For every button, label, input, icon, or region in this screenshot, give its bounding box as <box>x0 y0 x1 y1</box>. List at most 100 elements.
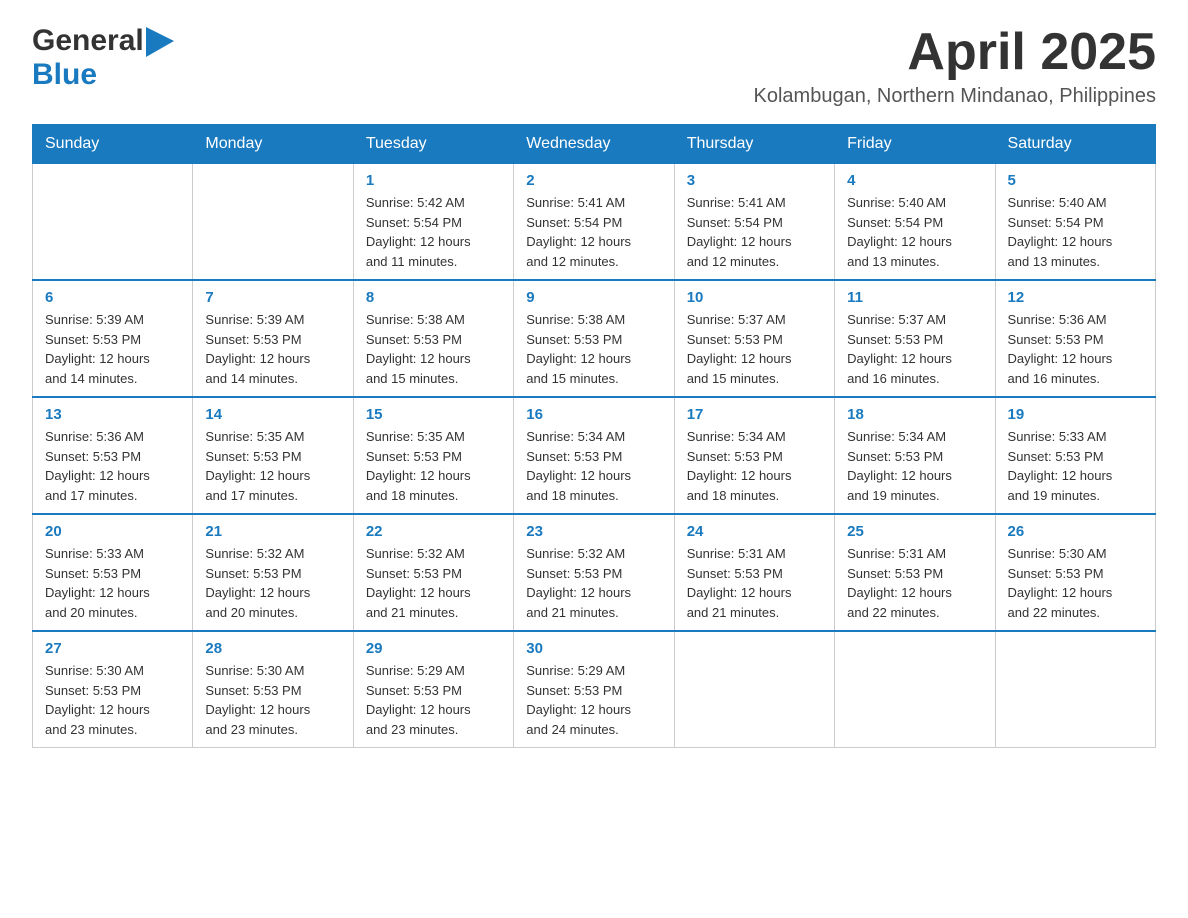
day-number: 3 <box>687 172 822 189</box>
calendar-cell: 30 Sunrise: 5:29 AMSunset: 5:53 PMDayligh… <box>514 631 674 748</box>
logo: General Blue <box>32 24 174 92</box>
day-header-tuesday: Tuesday <box>353 125 513 164</box>
day-info: Sunrise: 5:35 AMSunset: 5:53 PMDaylight:… <box>366 427 501 505</box>
logo-general-text: General <box>32 24 144 58</box>
day-number: 25 <box>847 523 982 540</box>
calendar-cell: 27Sunrise: 5:30 AMSunset: 5:53 PMDayligh… <box>33 631 193 748</box>
day-info: Sunrise: 5:30 AMSunset: 5:53 PMDaylight:… <box>1008 544 1143 622</box>
calendar-cell: 25 Sunrise: 5:31 AMSunset: 5:53 PMDayligh… <box>835 514 995 631</box>
day-info: Sunrise: 5:37 AMSunset: 5:53 PMDaylight:… <box>847 310 982 388</box>
calendar-cell: 10Sunrise: 5:37 AMSunset: 5:53 PMDayligh… <box>674 280 834 397</box>
day-info: Sunrise: 5:37 AMSunset: 5:53 PMDaylight:… <box>687 310 822 388</box>
day-info: Sunrise: 5:38 AMSunset: 5:53 PMDaylight:… <box>366 310 501 388</box>
day-number: 18 <box>847 406 982 423</box>
calendar-cell: 3 Sunrise: 5:41 AMSunset: 5:54 PMDaylight… <box>674 164 834 281</box>
day-number: 7 <box>205 289 340 306</box>
day-number: 20 <box>45 523 180 540</box>
day-number: 28 <box>205 640 340 657</box>
page: General Blue April 2025 Kolambugan, Nort… <box>0 0 1188 772</box>
calendar-cell: 24 Sunrise: 5:31 AMSunset: 5:53 PMDayligh… <box>674 514 834 631</box>
day-info: Sunrise: 5:31 AMSunset: 5:53 PMDaylight:… <box>847 544 982 622</box>
day-info: Sunrise: 5:29 AMSunset: 5:53 PMDaylight:… <box>366 661 501 739</box>
day-number: 4 <box>847 172 982 189</box>
calendar-week-row: 1 Sunrise: 5:42 AMSunset: 5:54 PMDaylight… <box>33 164 1156 281</box>
day-info: Sunrise: 5:30 AMSunset: 5:53 PMDaylight:… <box>205 661 340 739</box>
day-header-saturday: Saturday <box>995 125 1155 164</box>
day-header-monday: Monday <box>193 125 353 164</box>
day-info: Sunrise: 5:29 AMSunset: 5:53 PMDaylight:… <box>526 661 661 739</box>
day-number: 26 <box>1008 523 1143 540</box>
calendar-cell: 6 Sunrise: 5:39 AMSunset: 5:53 PMDaylight… <box>33 280 193 397</box>
month-title: April 2025 <box>754 24 1156 81</box>
day-number: 9 <box>526 289 661 306</box>
calendar-cell: 12 Sunrise: 5:36 AMSunset: 5:53 PMDayligh… <box>995 280 1155 397</box>
day-number: 22 <box>366 523 501 540</box>
header: General Blue April 2025 Kolambugan, Nort… <box>32 24 1156 108</box>
calendar-cell: 19Sunrise: 5:33 AMSunset: 5:53 PMDayligh… <box>995 397 1155 514</box>
day-number: 2 <box>526 172 661 189</box>
day-info: Sunrise: 5:34 AMSunset: 5:53 PMDaylight:… <box>526 427 661 505</box>
day-number: 21 <box>205 523 340 540</box>
day-info: Sunrise: 5:35 AMSunset: 5:53 PMDaylight:… <box>205 427 340 505</box>
day-number: 30 <box>526 640 661 657</box>
day-number: 12 <box>1008 289 1143 306</box>
calendar-cell: 5Sunrise: 5:40 AMSunset: 5:54 PMDaylight… <box>995 164 1155 281</box>
day-number: 17 <box>687 406 822 423</box>
calendar-cell: 2Sunrise: 5:41 AMSunset: 5:54 PMDaylight… <box>514 164 674 281</box>
day-number: 5 <box>1008 172 1143 189</box>
day-info: Sunrise: 5:38 AMSunset: 5:53 PMDaylight:… <box>526 310 661 388</box>
logo-blue-text: Blue <box>32 58 97 91</box>
day-info: Sunrise: 5:33 AMSunset: 5:53 PMDaylight:… <box>1008 427 1143 505</box>
calendar-table: SundayMondayTuesdayWednesdayThursdayFrid… <box>32 124 1156 748</box>
calendar-cell: 23 Sunrise: 5:32 AMSunset: 5:53 PMDayligh… <box>514 514 674 631</box>
day-info: Sunrise: 5:33 AMSunset: 5:53 PMDaylight:… <box>45 544 180 622</box>
calendar-cell <box>193 164 353 281</box>
calendar-cell: 16Sunrise: 5:34 AMSunset: 5:53 PMDayligh… <box>514 397 674 514</box>
day-number: 14 <box>205 406 340 423</box>
day-number: 24 <box>687 523 822 540</box>
day-info: Sunrise: 5:39 AMSunset: 5:53 PMDaylight:… <box>45 310 180 388</box>
day-header-friday: Friday <box>835 125 995 164</box>
calendar-week-row: 20 Sunrise: 5:33 AMSunset: 5:53 PMDayligh… <box>33 514 1156 631</box>
calendar-cell: 18Sunrise: 5:34 AMSunset: 5:53 PMDayligh… <box>835 397 995 514</box>
calendar-cell: 9 Sunrise: 5:38 AMSunset: 5:53 PMDaylight… <box>514 280 674 397</box>
calendar-week-row: 13Sunrise: 5:36 AMSunset: 5:53 PMDayligh… <box>33 397 1156 514</box>
calendar-cell: 20 Sunrise: 5:33 AMSunset: 5:53 PMDayligh… <box>33 514 193 631</box>
day-header-wednesday: Wednesday <box>514 125 674 164</box>
calendar-cell: 28 Sunrise: 5:30 AMSunset: 5:53 PMDayligh… <box>193 631 353 748</box>
calendar-cell: 7 Sunrise: 5:39 AMSunset: 5:53 PMDaylight… <box>193 280 353 397</box>
day-info: Sunrise: 5:31 AMSunset: 5:53 PMDaylight:… <box>687 544 822 622</box>
day-header-sunday: Sunday <box>33 125 193 164</box>
calendar-cell: 11 Sunrise: 5:37 AMSunset: 5:53 PMDayligh… <box>835 280 995 397</box>
calendar-week-row: 27Sunrise: 5:30 AMSunset: 5:53 PMDayligh… <box>33 631 1156 748</box>
day-number: 11 <box>847 289 982 306</box>
calendar-cell: 29 Sunrise: 5:29 AMSunset: 5:53 PMDayligh… <box>353 631 513 748</box>
day-header-thursday: Thursday <box>674 125 834 164</box>
day-info: Sunrise: 5:39 AMSunset: 5:53 PMDaylight:… <box>205 310 340 388</box>
day-info: Sunrise: 5:40 AMSunset: 5:54 PMDaylight:… <box>847 193 982 271</box>
day-number: 6 <box>45 289 180 306</box>
day-number: 1 <box>366 172 501 189</box>
day-info: Sunrise: 5:32 AMSunset: 5:53 PMDaylight:… <box>526 544 661 622</box>
title-section: April 2025 Kolambugan, Northern Mindanao… <box>754 24 1156 108</box>
day-number: 8 <box>366 289 501 306</box>
day-number: 29 <box>366 640 501 657</box>
day-info: Sunrise: 5:42 AMSunset: 5:54 PMDaylight:… <box>366 193 501 271</box>
day-number: 15 <box>366 406 501 423</box>
location-subtitle: Kolambugan, Northern Mindanao, Philippin… <box>754 85 1156 108</box>
day-info: Sunrise: 5:34 AMSunset: 5:53 PMDaylight:… <box>687 427 822 505</box>
calendar-cell: 4 Sunrise: 5:40 AMSunset: 5:54 PMDaylight… <box>835 164 995 281</box>
calendar-cell: 14 Sunrise: 5:35 AMSunset: 5:53 PMDayligh… <box>193 397 353 514</box>
calendar-cell: 15 Sunrise: 5:35 AMSunset: 5:53 PMDayligh… <box>353 397 513 514</box>
calendar-week-row: 6 Sunrise: 5:39 AMSunset: 5:53 PMDaylight… <box>33 280 1156 397</box>
day-info: Sunrise: 5:30 AMSunset: 5:53 PMDaylight:… <box>45 661 180 739</box>
day-info: Sunrise: 5:41 AMSunset: 5:54 PMDaylight:… <box>687 193 822 271</box>
day-number: 23 <box>526 523 661 540</box>
day-number: 13 <box>45 406 180 423</box>
calendar-cell: 1 Sunrise: 5:42 AMSunset: 5:54 PMDaylight… <box>353 164 513 281</box>
day-info: Sunrise: 5:36 AMSunset: 5:53 PMDaylight:… <box>1008 310 1143 388</box>
calendar-cell: 8 Sunrise: 5:38 AMSunset: 5:53 PMDaylight… <box>353 280 513 397</box>
calendar-cell: 26 Sunrise: 5:30 AMSunset: 5:53 PMDayligh… <box>995 514 1155 631</box>
day-info: Sunrise: 5:32 AMSunset: 5:53 PMDaylight:… <box>205 544 340 622</box>
calendar-cell: 22Sunrise: 5:32 AMSunset: 5:53 PMDayligh… <box>353 514 513 631</box>
